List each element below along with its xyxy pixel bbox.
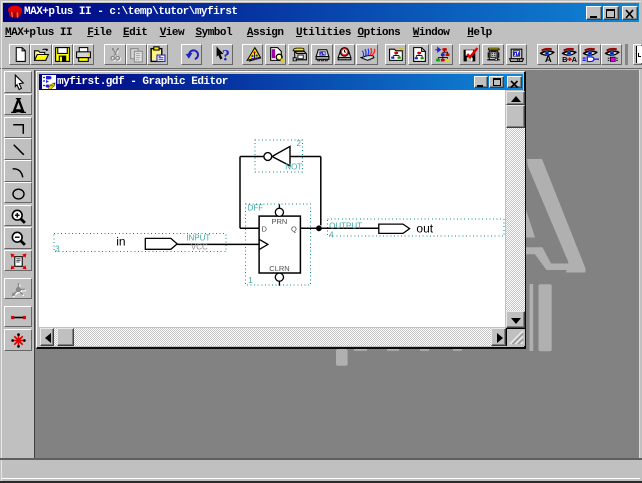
svg-text:in: in	[116, 235, 125, 249]
svg-text:4: 4	[329, 231, 334, 240]
svg-text:D: D	[262, 225, 268, 234]
svg-text:DFF: DFF	[248, 204, 264, 213]
svg-text:1: 1	[248, 276, 253, 285]
svg-text:?: ?	[221, 47, 229, 63]
svg-text:OUTPUT: OUTPUT	[329, 222, 362, 231]
svg-text:Q: Q	[291, 225, 297, 234]
svg-text:A: A	[571, 55, 577, 63]
svg-text:VCC: VCC	[191, 242, 208, 251]
svg-text:NOT: NOT	[285, 163, 302, 172]
svg-text:PRN: PRN	[272, 217, 288, 226]
svg-text:out: out	[416, 221, 433, 235]
svg-text:2: 2	[297, 139, 302, 148]
svg-text:CLRN: CLRN	[269, 264, 289, 273]
svg-text:A: A	[545, 54, 552, 63]
svg-text:3: 3	[55, 245, 60, 254]
